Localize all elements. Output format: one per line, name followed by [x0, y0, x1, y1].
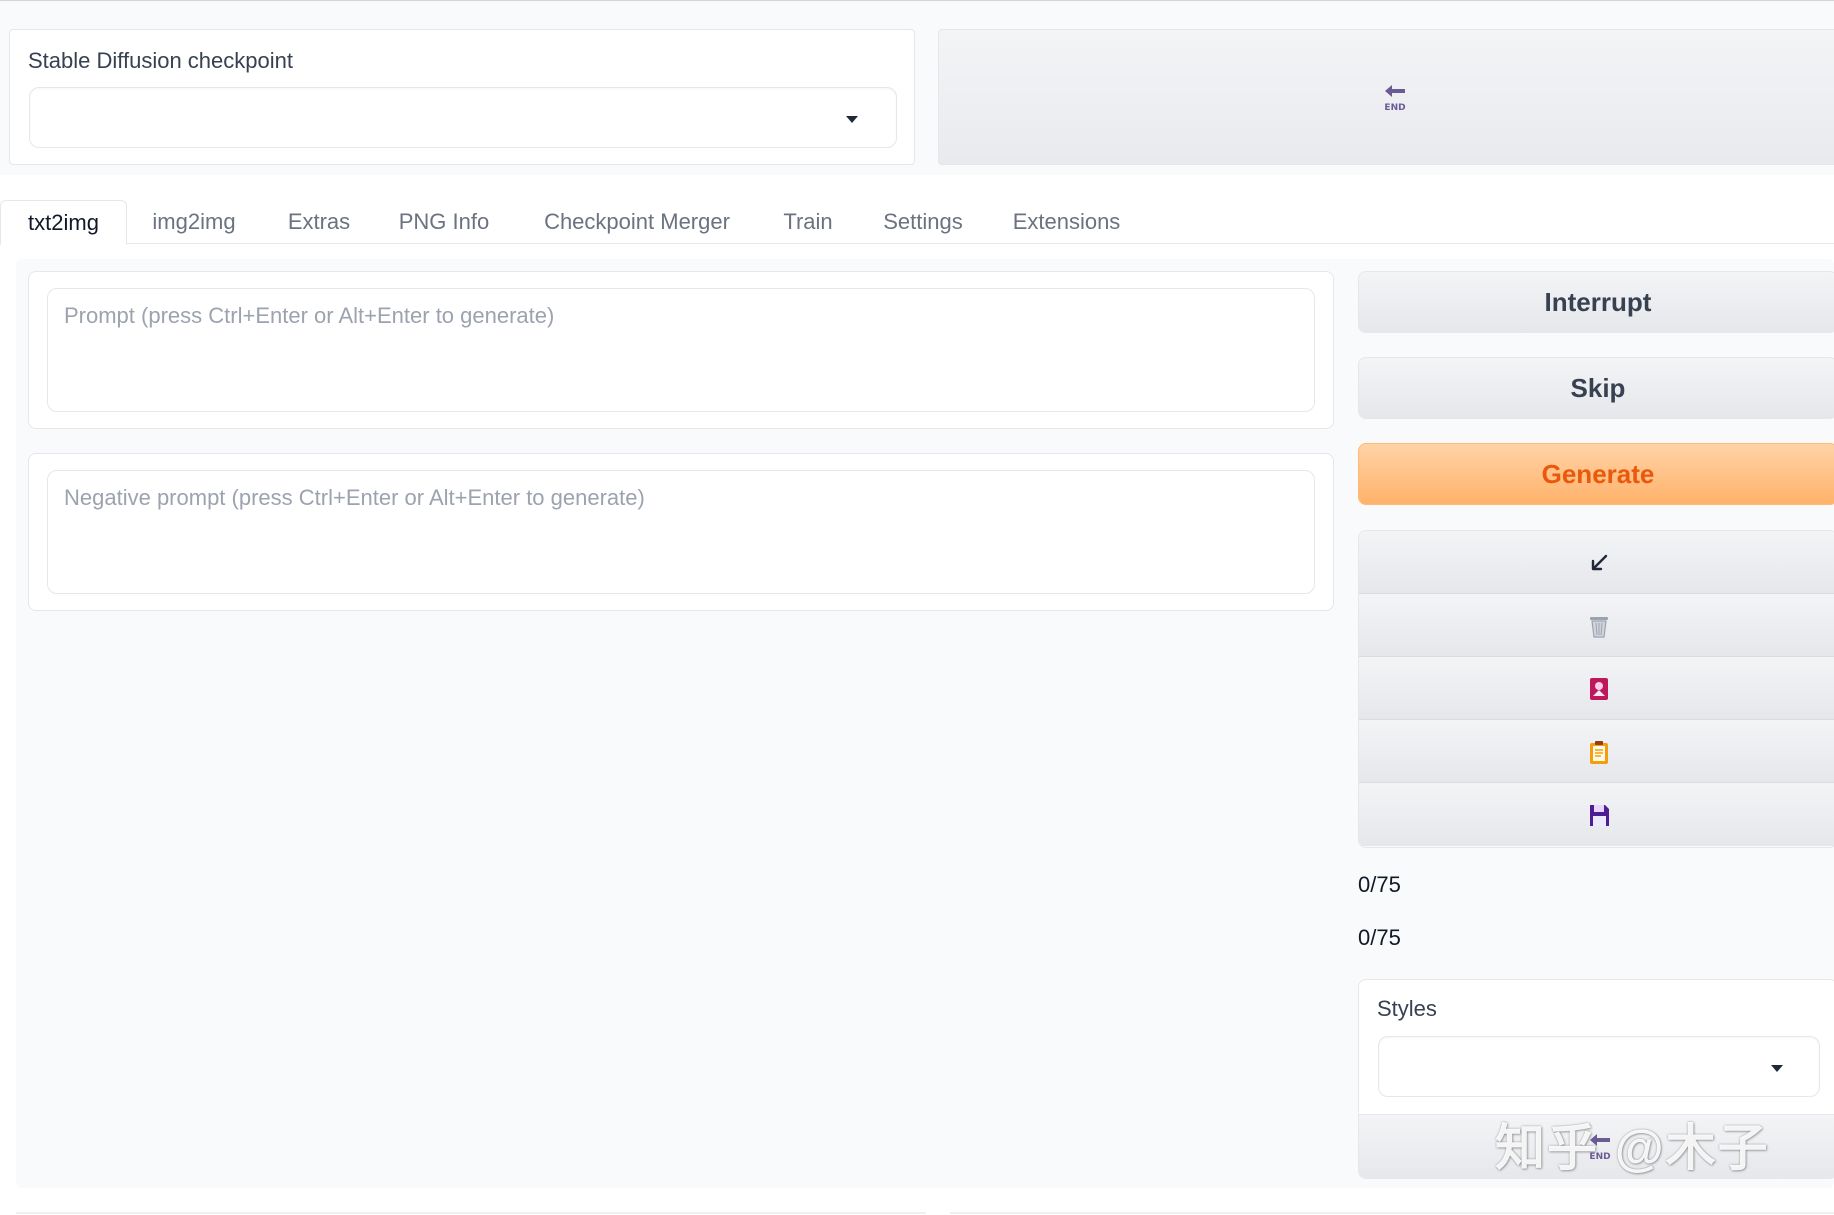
extra-networks-button[interactable] [1359, 657, 1834, 720]
save-style-button[interactable] [1359, 783, 1834, 846]
bottom-divider [950, 1212, 1834, 1214]
read-params-button[interactable] [1359, 531, 1834, 594]
negative-token-counter: 0/75 [1358, 925, 1401, 950]
refresh-checkpoint-button[interactable]: END [938, 29, 1834, 165]
negative-prompt-input[interactable] [47, 470, 1315, 594]
negative-prompt-panel [28, 453, 1334, 611]
prompt-token-counter: 0/75 [1358, 872, 1401, 897]
chevron-down-icon [1771, 1065, 1783, 1072]
trash-icon [1590, 617, 1608, 638]
chevron-down-icon [846, 116, 858, 123]
clear-prompt-button[interactable] [1359, 594, 1834, 657]
tab-txt2img[interactable]: txt2img [0, 200, 127, 245]
tab-extras[interactable]: Extras [278, 200, 360, 244]
refresh-end-icon: END [1384, 85, 1406, 113]
styles-dropdown[interactable] [1378, 1036, 1820, 1097]
interrupt-button[interactable]: Interrupt [1358, 271, 1834, 333]
skip-button[interactable]: Skip [1358, 357, 1834, 419]
clipboard-icon [1590, 741, 1608, 764]
tab-png-info[interactable]: PNG Info [389, 200, 499, 244]
tab-train[interactable]: Train [776, 200, 840, 244]
bottom-divider [16, 1212, 926, 1214]
apply-style-clipboard-button[interactable] [1359, 720, 1834, 783]
checkpoint-panel: Stable Diffusion checkpoint [9, 29, 915, 165]
prompt-panel [28, 271, 1334, 429]
svg-text:END: END [1384, 103, 1405, 113]
main-tabs: txt2img img2img Extras PNG Info Checkpoi… [0, 200, 1834, 245]
tab-extensions[interactable]: Extensions [1005, 200, 1128, 244]
tab-settings[interactable]: Settings [871, 200, 975, 244]
tool-buttons [1358, 530, 1834, 848]
arrow-down-left-icon [1591, 554, 1608, 571]
tab-checkpoint-merger[interactable]: Checkpoint Merger [530, 200, 744, 244]
tab-img2img[interactable]: img2img [140, 200, 248, 244]
generate-button[interactable]: Generate [1358, 443, 1834, 505]
checkpoint-dropdown[interactable] [29, 87, 897, 148]
picture-card-icon [1590, 678, 1608, 700]
prompt-input[interactable] [47, 288, 1315, 412]
styles-label: Styles [1377, 996, 1437, 1021]
checkpoint-label: Stable Diffusion checkpoint [28, 48, 293, 73]
watermark: 知乎 @木子 [1495, 1120, 1770, 1176]
floppy-disk-icon [1590, 805, 1609, 826]
